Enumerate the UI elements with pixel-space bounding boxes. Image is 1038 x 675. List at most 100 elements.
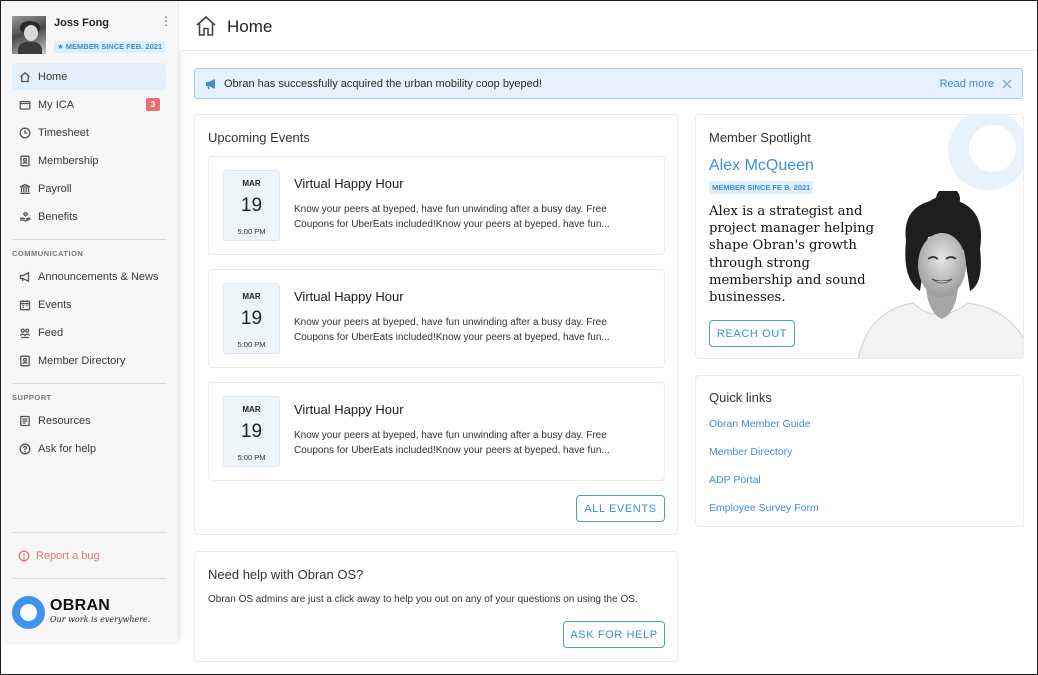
- event-month: MAR: [242, 179, 261, 188]
- event-item[interactable]: MAR 19 5:00 PM Virtual Happy Hour Know y…: [208, 382, 665, 481]
- event-day: 19: [240, 195, 263, 216]
- sidebar-item-events[interactable]: Events: [12, 291, 166, 318]
- calendar-icon: [18, 298, 32, 312]
- sidebar-item-timesheet[interactable]: Timesheet: [12, 119, 166, 146]
- more-options-icon[interactable]: ⋮: [160, 14, 172, 28]
- bank-icon: [18, 182, 32, 196]
- read-more-link[interactable]: Read more: [940, 78, 994, 90]
- help-description: Obran OS admins are just a click away to…: [208, 594, 638, 605]
- notification-count-badge: 3: [146, 98, 160, 111]
- logo-name: OBRAN: [50, 597, 111, 614]
- page-title: Home: [227, 17, 273, 36]
- spotlight-name[interactable]: Alex McQueen: [709, 157, 814, 175]
- event-description: Know your peers at byeped, have fun unwi…: [294, 317, 610, 343]
- quick-link-adp-portal[interactable]: ADP Portal: [709, 474, 761, 486]
- event-time: 5:00 PM: [237, 340, 266, 349]
- section-label-communication: COMMUNICATION: [12, 249, 84, 258]
- sidebar-item-label: Member Directory: [38, 354, 126, 367]
- event-item[interactable]: MAR 19 5:00 PM Virtual Happy Hour Know y…: [208, 156, 665, 255]
- member-spotlight-card: Member Spotlight Alex McQueen MEMBER SIN…: [695, 114, 1024, 359]
- help-card: Need help with Obran OS? Obran OS admins…: [194, 551, 678, 662]
- reach-out-button[interactable]: REACH OUT: [709, 320, 795, 347]
- sidebar-item-label: Timesheet: [38, 126, 89, 139]
- card-title: Upcoming Events: [208, 130, 310, 145]
- sidebar-item-label: Home: [38, 70, 68, 83]
- event-month: MAR: [242, 405, 261, 414]
- sidebar-item-member-directory[interactable]: Member Directory: [12, 347, 166, 374]
- divider: [12, 239, 166, 240]
- card-title: Need help with Obran OS?: [208, 567, 364, 582]
- divider: [12, 578, 166, 579]
- event-date: MAR 19 5:00 PM: [223, 283, 280, 354]
- decorative-circle: [948, 115, 1023, 190]
- event-title: Virtual Happy Hour: [294, 402, 404, 417]
- quick-link-member-guide[interactable]: Obran Member Guide: [709, 418, 811, 430]
- alert-circle-icon: [18, 550, 30, 562]
- quick-link-member-directory[interactable]: Member Directory: [709, 446, 792, 458]
- logo-circle-icon: [12, 596, 45, 629]
- announcement-text: Obran has successfully acquired the urba…: [224, 77, 542, 90]
- contact-book-icon: [18, 354, 32, 368]
- megaphone-icon: [204, 77, 218, 91]
- event-date: MAR 19 5:00 PM: [223, 396, 280, 467]
- quick-links-card: Quick links Obran Member Guide Member Di…: [695, 375, 1024, 527]
- sidebar-item-label: Events: [38, 298, 72, 311]
- sidebar-item-label: Announcements & News: [38, 270, 159, 283]
- event-title: Virtual Happy Hour: [294, 289, 404, 304]
- event-description: Know your peers at byeped, have fun unwi…: [294, 430, 610, 456]
- event-title: Virtual Happy Hour: [294, 176, 404, 191]
- clock-icon: [18, 126, 32, 140]
- help-circle-icon: [18, 442, 32, 456]
- sidebar-item-ask-for-help[interactable]: Ask for help: [12, 435, 166, 462]
- event-item[interactable]: MAR 19 5:00 PM Virtual Happy Hour Know y…: [208, 269, 665, 368]
- member-since-badge: ★ MEMBER SINCE FEB. 2021: [54, 41, 166, 53]
- sidebar-item-announcements[interactable]: Announcements & News: [12, 263, 166, 290]
- sidebar-item-benefits[interactable]: Benefits: [12, 203, 166, 230]
- page-header: Home: [179, 2, 1037, 51]
- home-icon: [18, 70, 32, 84]
- sidebar-item-label: Membership: [38, 154, 99, 167]
- sidebar: Joss Fong ★ MEMBER SINCE FEB. 2021 ⋮ Hom…: [2, 2, 178, 642]
- event-time: 5:00 PM: [237, 227, 266, 236]
- id-card-icon: [18, 154, 32, 168]
- divider: [12, 532, 166, 533]
- card-title: Quick links: [709, 390, 772, 405]
- user-name: Joss Fong: [54, 17, 110, 29]
- sidebar-item-label: Ask for help: [38, 442, 97, 455]
- sidebar-item-feed[interactable]: Feed: [12, 319, 166, 346]
- wallet-icon: [18, 98, 32, 112]
- sidebar-item-label: Feed: [38, 326, 64, 339]
- card-title: Member Spotlight: [709, 130, 811, 145]
- people-icon: [18, 326, 32, 340]
- event-month: MAR: [242, 292, 261, 301]
- event-day: 19: [240, 421, 263, 442]
- obran-logo: OBRAN Our work is everywhere.: [12, 594, 162, 630]
- ask-for-help-button[interactable]: ASK FOR HELP: [563, 621, 665, 648]
- report-bug-link[interactable]: Report a bug: [12, 544, 100, 568]
- spotlight-portrait: [858, 191, 1023, 358]
- sidebar-item-home[interactable]: Home: [12, 63, 166, 90]
- event-date: MAR 19 5:00 PM: [223, 170, 280, 241]
- user-profile: Joss Fong ★ MEMBER SINCE FEB. 2021 ⋮: [12, 14, 172, 56]
- sidebar-item-label: Payroll: [38, 182, 72, 195]
- report-bug-label: Report a bug: [36, 550, 100, 562]
- sidebar-item-label: Benefits: [38, 210, 78, 223]
- sidebar-item-payroll[interactable]: Payroll: [12, 175, 166, 202]
- quick-link-employee-survey[interactable]: Employee Survey Form: [709, 502, 819, 514]
- document-icon: [18, 414, 32, 428]
- all-events-button[interactable]: ALL EVENTS: [576, 495, 665, 522]
- close-icon[interactable]: [1001, 77, 1013, 89]
- hand-heart-icon: [18, 210, 32, 224]
- event-description: Know your peers at byeped, have fun unwi…: [294, 204, 610, 230]
- member-since-badge: MEMBER SINCE FE B. 2021: [709, 181, 814, 194]
- avatar[interactable]: [12, 16, 46, 54]
- announcement-banner: Obran has successfully acquired the urba…: [194, 68, 1023, 99]
- event-day: 19: [240, 308, 263, 329]
- section-label-support: SUPPORT: [12, 393, 52, 402]
- sidebar-item-membership[interactable]: Membership: [12, 147, 166, 174]
- sidebar-item-resources[interactable]: Resources: [12, 407, 166, 434]
- event-time: 5:00 PM: [237, 453, 266, 462]
- app-window: Joss Fong ★ MEMBER SINCE FEB. 2021 ⋮ Hom…: [0, 0, 1038, 675]
- sidebar-item-my-ica[interactable]: My ICA 3: [12, 91, 166, 118]
- megaphone-icon: [18, 270, 32, 284]
